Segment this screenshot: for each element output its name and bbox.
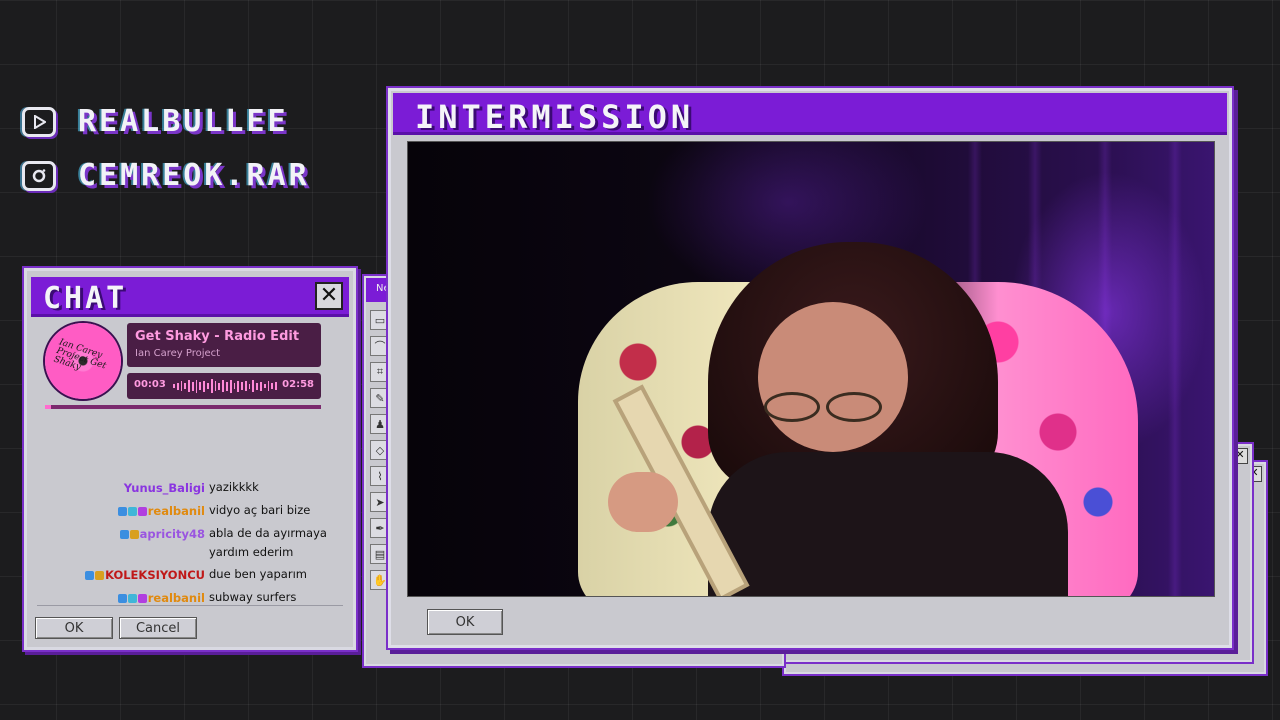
waveform-bar [195,379,198,393]
chat-badge-icon [119,530,129,539]
waveform-bar [210,379,213,393]
chat-badge-icon [117,594,127,603]
waveform-bar [244,381,247,391]
waveform-bar [218,382,221,390]
track-duration: 02:58 [282,379,314,390]
waveform [173,379,277,393]
webcam-video [407,141,1215,597]
chat-username[interactable]: realbanil [148,504,205,518]
instagram-icon [22,160,56,191]
eraser-tool-icon[interactable]: ◇ [370,440,390,460]
now-playing-widget: Ian Carey Project Get Shaky Get Shaky - … [27,317,353,413]
intermission-title-bar: INTERMISSION [393,93,1227,136]
track-progress-bar[interactable] [45,405,321,409]
chat-title: CHAT [43,281,128,316]
waveform-bar [229,379,232,393]
waveform-bar [233,383,236,389]
hand-tool-icon[interactable]: ✋ [370,570,390,590]
waveform-bar [256,382,258,390]
chat-separator [37,605,343,606]
waveform-bar [259,381,262,391]
waveform-bar [248,383,251,389]
intermission-window: INTERMISSION OK [388,88,1232,648]
waveform-bar [173,384,175,388]
chat-username[interactable]: Yunus_Baligi [124,481,205,495]
waveform-bar [184,383,187,389]
person-body [708,452,1068,596]
chat-badge-icon [127,507,137,516]
waveform-bar [180,381,183,391]
chat-badge-icon [127,594,137,603]
marquee-tool-icon[interactable]: ▭ [370,310,390,330]
waveform-bar [176,382,179,390]
elapsed-time: 00:03 [134,379,166,390]
chat-message-text: abla de da ayırmaya yardım ederim [209,526,327,559]
chat-badge-icon [137,507,147,516]
playback-bar: 00:03 02:58 [127,373,321,399]
chat-message-text: vidyo aç bari bize [209,503,311,517]
chat-message-text: yazikkkk [209,480,259,494]
instagram-handle: CEMREOK.RAR [78,158,310,193]
waveform-bar [241,382,243,390]
chat-badge-icon [137,594,147,603]
chat-badge-icon [129,530,139,539]
waveform-bar [203,380,206,392]
lasso-tool-icon[interactable]: ⌒ [370,336,390,356]
track-progress-fill [45,405,51,409]
track-info: Get Shaky - Radio Edit Ian Carey Project [127,323,321,367]
chat-window: CHAT ✕ Ian Carey Project Get Shaky Get S… [24,268,356,650]
youtube-icon [22,106,56,137]
chat-message-text: due ben yaparım [209,567,307,581]
pen-tool-icon[interactable]: ✒ [370,518,390,538]
chat-username[interactable]: KOLEKSIYONCU [105,568,205,582]
waveform-bar [188,380,190,392]
chat-ok-button[interactable]: OK [35,617,113,639]
stamp-tool-icon[interactable]: ♟ [370,414,390,434]
waveform-bar [263,384,266,388]
chat-username[interactable]: apricity48 [140,527,205,541]
chat-title-bar: CHAT ✕ [31,277,349,317]
glasses [764,392,914,422]
waveform-bar [252,380,255,392]
close-icon[interactable]: ✕ [1232,448,1248,464]
chat-username[interactable]: realbanil [148,591,205,605]
notes-tool-icon[interactable]: ▤ [370,544,390,564]
youtube-handle: REALBULLEE [78,104,289,139]
pencil-tool-icon[interactable]: ✎ [370,388,390,408]
instagram-row: CEMREOK.RAR [22,158,310,193]
crop-tool-icon[interactable]: ⌗ [370,362,390,382]
album-disc: Ian Carey Project Get Shaky [45,323,121,399]
arrow-tool-icon[interactable]: ➤ [370,492,390,512]
waveform-bar [237,380,240,392]
person-hand [608,472,678,532]
waveform-bar [214,381,217,391]
chat-badge-icon [85,571,95,580]
person-face [758,302,908,452]
chat-cancel-button[interactable]: Cancel [119,617,197,639]
track-artist: Ian Carey Project [135,348,221,359]
waveform-bar [275,382,277,390]
track-title: Get Shaky - Radio Edit [135,329,300,344]
waveform-bar [222,380,224,392]
waveform-bar [225,381,228,391]
ok-button[interactable]: OK [427,609,503,635]
chat-badge-icon [95,571,105,580]
waveform-bar [267,381,270,391]
waveform-bar [207,383,209,389]
close-button[interactable]: ✕ [315,282,343,310]
waveform-bar [199,382,202,390]
waveform-bar [191,381,194,391]
intermission-title: INTERMISSION [415,98,695,136]
disc-label: Ian Carey Project Get Shaky [52,337,108,373]
chat-badge-icon [117,507,127,516]
waveform-bar [271,383,274,389]
dropper-tool-icon[interactable]: ⌇ [370,466,390,486]
youtube-row: REALBULLEE [22,104,289,139]
